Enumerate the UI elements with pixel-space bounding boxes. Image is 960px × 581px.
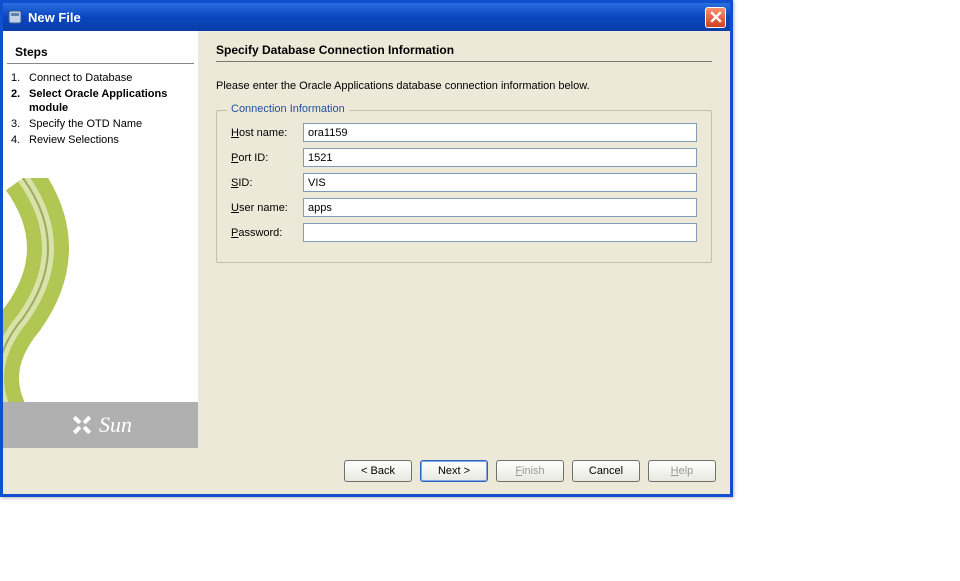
page-title: Specify Database Connection Information [216,43,712,62]
password-input[interactable] [303,223,697,242]
help-button: Help [648,460,716,482]
main-panel: Specify Database Connection Information … [198,31,730,448]
hostname-input[interactable] [303,123,697,142]
username-input[interactable] [303,198,697,217]
field-row-password: Password: [231,223,697,242]
port-input[interactable] [303,148,697,167]
fieldset-legend: Connection Information [227,103,349,115]
titlebar: New File [3,3,730,31]
hostname-label: Host name: [231,127,303,139]
sid-label: SID: [231,177,303,189]
field-row-port: Port ID: [231,148,697,167]
step-item: 3. Specify the OTD Name [11,116,190,132]
port-label: Port ID: [231,152,303,164]
step-item: 4. Review Selections [11,132,190,148]
field-row-sid: SID: [231,173,697,192]
password-label: Password: [231,227,303,239]
sid-input[interactable] [303,173,697,192]
username-label: User name: [231,202,303,214]
instruction-text: Please enter the Oracle Applications dat… [216,80,712,92]
cancel-button[interactable]: Cancel [572,460,640,482]
step-item: 1. Connect to Database [11,70,190,86]
steps-header: Steps [7,31,194,64]
back-button[interactable]: < Back [344,460,412,482]
connection-info-fieldset: Connection Information Host name: Port I… [216,110,712,263]
steps-panel: Steps 1. Connect to Database 2. Select O… [3,31,198,448]
content-area: Steps 1. Connect to Database 2. Select O… [3,31,730,448]
wizard-window: New File Steps 1. Connect to Database 2.… [0,0,733,497]
step-item: 2. Select Oracle Applications module [11,86,190,116]
field-row-username: User name: [231,198,697,217]
steps-list: 1. Connect to Database 2. Select Oracle … [3,70,198,148]
button-bar: < Back Next > Finish Cancel Help [3,448,730,494]
field-row-hostname: Host name: [231,123,697,142]
app-icon [7,9,23,25]
close-button[interactable] [705,7,726,28]
sun-logo-footer: Sun [3,402,198,448]
next-button[interactable]: Next > [420,460,488,482]
finish-button: Finish [496,460,564,482]
decorative-graphic [3,148,198,402]
window-title: New File [28,10,705,25]
sun-logo-text: Sun [99,412,132,438]
